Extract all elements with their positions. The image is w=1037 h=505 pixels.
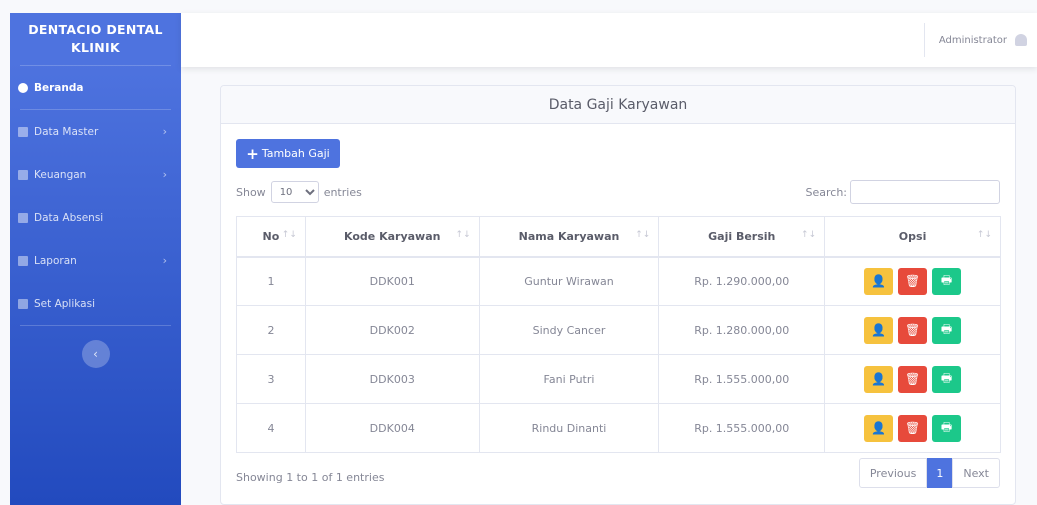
table-row: 3 DDK003 Fani Putri Rp. 1.555.000,00 👤 🗑… — [236, 354, 1001, 404]
sort-icon: ↑↓ — [635, 230, 651, 240]
entries-length: Show 10 entries — [236, 181, 362, 203]
sidebar: DENTACIO DENTAL KLINIK Beranda Data Mast… — [10, 13, 181, 505]
cell-opsi: 👤 🗑 🖶 — [824, 256, 1001, 306]
dashboard-icon — [18, 82, 28, 93]
column-header-no[interactable]: No ↑↓ — [236, 216, 306, 258]
length-suffix-label: entries — [323, 185, 362, 199]
cell-nama: Rindu Dinanti — [478, 403, 660, 453]
topbar: Administrator — [181, 13, 1037, 67]
cell-opsi: 👤 🗑 🖶 — [824, 354, 1001, 404]
length-show-label: Show — [236, 185, 266, 199]
delete-button[interactable]: 🗑 — [898, 267, 928, 295]
money-icon — [18, 169, 28, 180]
report-icon — [18, 255, 28, 266]
sidebar-item-label: Data Master — [34, 125, 99, 138]
print-button[interactable]: 🖶 — [932, 414, 962, 442]
cell-kode: DDK003 — [304, 354, 480, 404]
pagination: Previous 1 Next — [858, 458, 1000, 488]
sidebar-item-label: Data Absensi — [34, 211, 104, 224]
sidebar-item-data-absensi[interactable]: Data Absensi — [10, 196, 181, 239]
cell-gaji: Rp. 1.555.000,00 — [658, 354, 826, 404]
search-label: Search: — [805, 185, 848, 199]
cell-nama: Sindy Cancer — [478, 305, 660, 355]
sidebar-item-laporan[interactable]: Laporan › — [10, 239, 181, 282]
chevron-right-icon: › — [162, 254, 167, 267]
delete-button[interactable]: 🗑 — [898, 316, 928, 344]
sidebar-item-data-master[interactable]: Data Master › — [10, 110, 181, 153]
cell-nama: Fani Putri — [478, 354, 660, 404]
column-header-nama[interactable]: Nama Karyawan ↑↓ — [478, 216, 660, 258]
print-button[interactable]: 🖶 — [932, 365, 962, 393]
detail-button[interactable]: 👤 — [864, 414, 894, 442]
sidebar-item-label: Beranda — [34, 81, 84, 94]
brand-line1: DENTACIO DENTAL — [28, 22, 163, 37]
brand-line2: KLINIK — [71, 40, 120, 55]
gear-icon — [18, 298, 28, 309]
sidebar-item-beranda[interactable]: Beranda — [10, 66, 181, 109]
add-salary-label: Tambah Gaji — [261, 147, 330, 160]
calendar-icon — [18, 212, 28, 223]
cell-gaji: Rp. 1.290.000,00 — [658, 256, 826, 306]
cell-no: 1 — [236, 256, 306, 306]
cell-no: 3 — [236, 354, 306, 404]
table-info: Showing 1 to 1 of 1 entries — [236, 471, 385, 484]
salary-card: Data Gaji Karyawan + Tambah Gaji Show 10… — [220, 85, 1016, 505]
detail-button[interactable]: 👤 — [864, 365, 894, 393]
topbar-divider — [924, 23, 925, 57]
detail-button[interactable]: 👤 — [864, 316, 894, 344]
cell-gaji: Rp. 1.280.000,00 — [658, 305, 826, 355]
user-name: Administrator — [938, 34, 1007, 46]
sort-icon: ↑↓ — [455, 230, 471, 240]
cell-gaji: Rp. 1.555.000,00 — [658, 403, 826, 453]
sidebar-item-label: Keuangan — [34, 168, 87, 181]
previous-page-button[interactable]: Previous — [858, 458, 928, 488]
plus-icon: + — [246, 144, 259, 163]
print-button[interactable]: 🖶 — [932, 316, 962, 344]
cell-no: 4 — [236, 403, 306, 453]
page-1-button[interactable]: 1 — [927, 458, 953, 488]
table-header-row: No ↑↓ Kode Karyawan ↑↓ Nama Karyawan ↑↓ Gaj… — [236, 216, 1001, 258]
sidebar-toggle-button[interactable]: ‹ — [81, 340, 110, 368]
print-button[interactable]: 🖶 — [932, 267, 962, 295]
sort-icon: ↑↓ — [976, 230, 992, 240]
entries-select[interactable]: 10 — [270, 181, 319, 203]
cell-kode: DDK004 — [304, 403, 480, 453]
cell-kode: DDK002 — [304, 305, 480, 355]
sidebar-item-keuangan[interactable]: Keuangan › — [10, 153, 181, 196]
cell-no: 2 — [236, 305, 306, 355]
chevron-right-icon: › — [162, 125, 167, 138]
brand[interactable]: DENTACIO DENTAL KLINIK — [10, 13, 181, 65]
column-header-gaji[interactable]: Gaji Bersih ↑↓ — [658, 216, 826, 258]
card-title: Data Gaji Karyawan — [221, 86, 1015, 124]
search-input[interactable] — [850, 180, 1000, 204]
add-salary-button[interactable]: + Tambah Gaji — [236, 139, 340, 168]
database-icon — [18, 126, 28, 137]
sidebar-divider — [20, 325, 171, 326]
cell-opsi: 👤 🗑 🖶 — [824, 305, 1001, 355]
next-page-button[interactable]: Next — [952, 458, 1000, 488]
search-box: Search: — [805, 180, 1000, 204]
chevron-right-icon: › — [162, 168, 167, 181]
cell-kode: DDK001 — [304, 256, 480, 306]
user-icon — [1015, 34, 1027, 46]
table-row: 4 DDK004 Rindu Dinanti Rp. 1.555.000,00 … — [236, 403, 1001, 453]
sort-icon: ↑↓ — [281, 230, 297, 240]
sidebar-item-label: Laporan — [34, 254, 77, 267]
column-header-opsi[interactable]: Opsi ↑↓ — [824, 216, 1001, 258]
sidebar-item-label: Set Aplikasi — [34, 297, 95, 310]
sort-icon: ↑↓ — [801, 230, 817, 240]
delete-button[interactable]: 🗑 — [898, 365, 928, 393]
delete-button[interactable]: 🗑 — [898, 414, 928, 442]
salary-table: No ↑↓ Kode Karyawan ↑↓ Nama Karyawan ↑↓ Gaj… — [236, 216, 1001, 453]
cell-opsi: 👤 🗑 🖶 — [824, 403, 1001, 453]
column-header-kode[interactable]: Kode Karyawan ↑↓ — [304, 216, 480, 258]
sidebar-item-set-aplikasi[interactable]: Set Aplikasi — [10, 282, 181, 325]
table-row: 1 DDK001 Guntur Wirawan Rp. 1.290.000,00… — [236, 256, 1001, 306]
user-menu[interactable]: Administrator — [939, 13, 1027, 67]
table-row: 2 DDK002 Sindy Cancer Rp. 1.280.000,00 👤… — [236, 305, 1001, 355]
detail-button[interactable]: 👤 — [864, 267, 894, 295]
cell-nama: Guntur Wirawan — [478, 256, 660, 306]
